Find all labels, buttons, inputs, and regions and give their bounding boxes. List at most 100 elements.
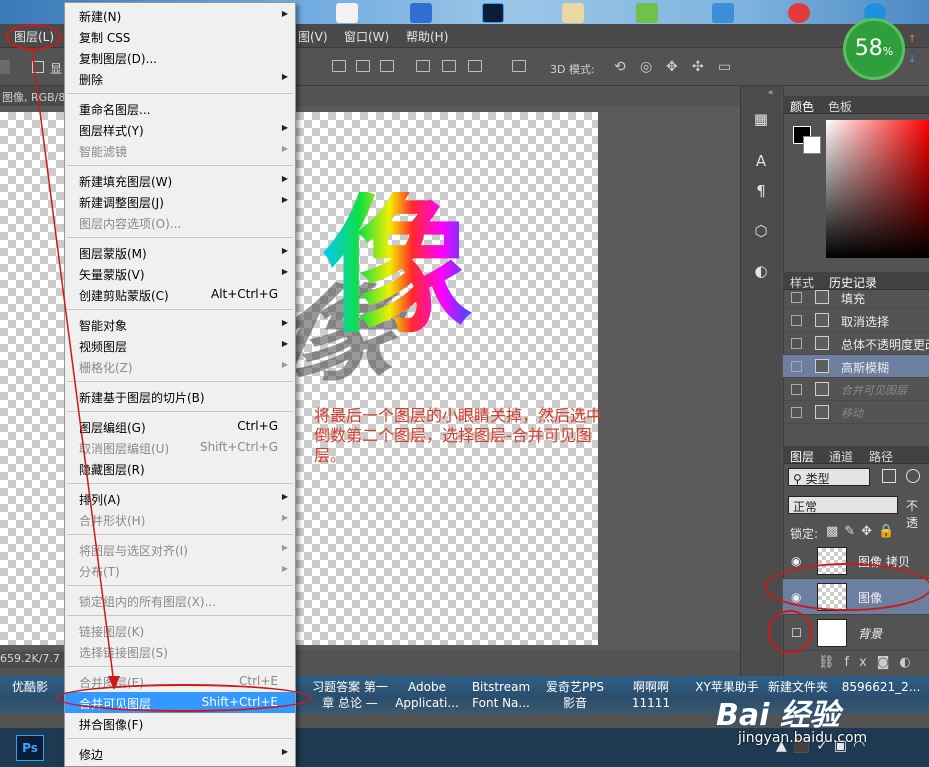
tab-color[interactable]: 颜色 [790, 98, 814, 115]
desktop-shortcut-icon[interactable] [788, 3, 810, 23]
memory-speed-badge[interactable]: 58% [843, 18, 905, 80]
pan-3d-icon[interactable]: ✥ [666, 59, 678, 75]
menu-separator [67, 738, 293, 739]
history-row[interactable]: 取消选择 [783, 309, 929, 332]
menu-item[interactable]: 修边 ▶ [65, 743, 295, 764]
menu-item[interactable]: 新建(N) ▶ [65, 5, 295, 26]
history-snapshot-checkbox[interactable] [791, 292, 802, 303]
history-step-icon [815, 405, 829, 419]
menu-item: 分布(T) ▶ [65, 560, 295, 581]
roll-3d-icon[interactable]: ◎ [640, 59, 652, 75]
menu-help[interactable]: 帮助(H) [406, 28, 448, 45]
taskbar-label[interactable]: 8596621_2... [838, 679, 924, 713]
taskbar-label[interactable]: 爱奇艺PPS 影音 [540, 679, 610, 713]
menu-item[interactable]: 智能对象 ▶ [65, 314, 295, 335]
tool-preset-icon[interactable] [0, 60, 10, 74]
slide-3d-icon[interactable]: ✣ [692, 59, 704, 75]
history-label: 填充 [841, 292, 866, 306]
tool-presets-icon[interactable]: ▦ [750, 108, 772, 130]
collapse-arrows-icon[interactable]: « [768, 88, 774, 98]
taskbar-label[interactable]: Bitstream Font Na... [466, 679, 536, 713]
tab-paths[interactable]: 路径 [869, 448, 893, 465]
menu-item[interactable]: 视频图层 ▶ [65, 335, 295, 356]
taskbar-label[interactable]: 啊啊啊11111 [614, 679, 688, 713]
align-vcenter-icon[interactable] [356, 60, 370, 72]
menu-item[interactable]: 隐藏图层(R) [65, 458, 295, 479]
adjustments-icon[interactable]: ◐ [750, 260, 772, 282]
tab-layers[interactable]: 图层 [790, 448, 814, 465]
document-tab[interactable]: 图像, RGB/8) [0, 86, 64, 106]
desktop-ps-icon[interactable] [482, 3, 504, 23]
menu-item-label: 创建剪贴蒙版(C) [79, 289, 169, 303]
menu-item: 选择链接图层(S) [65, 641, 295, 662]
history-row[interactable]: 总体不透明度更改 [783, 332, 929, 355]
scale-3d-icon[interactable]: ▭ [718, 59, 731, 75]
desktop-shortcut-icon[interactable] [410, 3, 432, 23]
color-field[interactable] [826, 120, 929, 258]
layer-actions-icons[interactable]: ⛓fx◙◐ [818, 655, 921, 670]
paragraph-icon[interactable]: ¶ [750, 180, 772, 202]
history-row[interactable]: 填充 [783, 286, 929, 309]
menu-item[interactable]: 创建剪贴蒙版(C) Alt+Ctrl+G [65, 284, 295, 305]
menu-item[interactable]: 新建调整图层(J) ▶ [65, 191, 295, 212]
history-snapshot-checkbox[interactable] [791, 338, 802, 349]
character-icon[interactable]: A [750, 150, 772, 172]
align-bottom-icon[interactable] [380, 60, 394, 72]
filter-adjust-icon[interactable] [906, 469, 920, 483]
desktop-shortcut-icon[interactable] [562, 3, 584, 23]
menu-item[interactable]: 复制图层(D)... [65, 47, 295, 68]
menu-item[interactable]: 排列(A) ▶ [65, 488, 295, 509]
desktop-shortcut-icon[interactable] [636, 3, 658, 23]
menu-item[interactable]: 新建基于图层的切片(B) [65, 386, 295, 407]
menu-item[interactable]: 删除 ▶ [65, 68, 295, 89]
desktop-shortcut-icon[interactable] [712, 3, 734, 23]
align-left-icon[interactable] [416, 60, 430, 72]
taskbar-label[interactable]: Adobe Applicati... [392, 679, 462, 713]
history-row[interactable]: 高斯模糊 [783, 355, 929, 378]
align-top-icon[interactable] [332, 60, 346, 72]
menu-item[interactable]: 图层编组(G) Ctrl+G [65, 416, 295, 437]
history-snapshot-checkbox[interactable] [791, 361, 802, 372]
menu-item[interactable]: 重命名图层... [65, 98, 295, 119]
menu-view[interactable]: 图(V) [298, 28, 328, 45]
menu-separator [67, 165, 293, 166]
taskbar-label[interactable]: 习题答案 第一章 总论 — [312, 679, 388, 713]
menu-item-label: 选择链接图层(S) [79, 646, 168, 660]
opacity-label: 不透 [906, 499, 919, 530]
menu-item: 取消图层编组(U) Shift+Ctrl+G [65, 437, 295, 458]
taskbar-label[interactable]: 优酷影 [2, 679, 58, 713]
layer-filter-select[interactable]: ⚲ 类型 [788, 468, 870, 486]
eye-icon[interactable]: ◉ [791, 554, 801, 568]
history-snapshot-checkbox[interactable] [791, 384, 802, 395]
align-right-icon[interactable] [468, 60, 482, 72]
history-row[interactable]: 合并可见图层 [783, 378, 929, 401]
menu-item[interactable]: 新建填充图层(W) ▶ [65, 170, 295, 191]
distribute-icon[interactable] [512, 60, 526, 72]
lock-label: 锁定: [790, 527, 819, 541]
menu-item[interactable]: 拼合图像(F) [65, 713, 295, 734]
menu-item[interactable]: 图层蒙版(M) ▶ [65, 242, 295, 263]
menu-item[interactable]: 矢量蒙版(V) ▶ [65, 263, 295, 284]
orbit-3d-icon[interactable]: ⟲ [614, 59, 626, 75]
history-row[interactable]: 移动 [783, 401, 929, 424]
menu-window[interactable]: 窗口(W) [344, 28, 389, 45]
blend-mode-select[interactable]: 正常 [788, 496, 898, 514]
show-checkbox[interactable] [32, 61, 44, 73]
annotation-ellipse-layer-menu [6, 24, 62, 50]
filter-pixel-icon[interactable] [882, 469, 896, 483]
tab-swatches[interactable]: 色板 [828, 98, 852, 115]
3d-cube-icon[interactable]: ⬡ [750, 220, 772, 242]
taskbar-photoshop-icon[interactable]: Ps [16, 735, 44, 761]
menu-item[interactable]: 图层样式(Y) ▶ [65, 119, 295, 140]
tab-channels[interactable]: 通道 [829, 448, 853, 465]
desktop-shortcut-icon[interactable] [336, 3, 358, 23]
menu-item-label: 栅格化(Z) [79, 361, 133, 375]
menu-item[interactable]: 复制 CSS [65, 26, 295, 47]
history-step-icon [815, 359, 829, 373]
menu-item-label: 复制 CSS [79, 31, 131, 45]
lock-icons[interactable]: ▩✎✥🔒 [826, 524, 900, 539]
align-hcenter-icon[interactable] [442, 60, 456, 72]
history-snapshot-checkbox[interactable] [791, 407, 802, 418]
background-color-swatch[interactable] [803, 136, 821, 154]
history-snapshot-checkbox[interactable] [791, 315, 802, 326]
